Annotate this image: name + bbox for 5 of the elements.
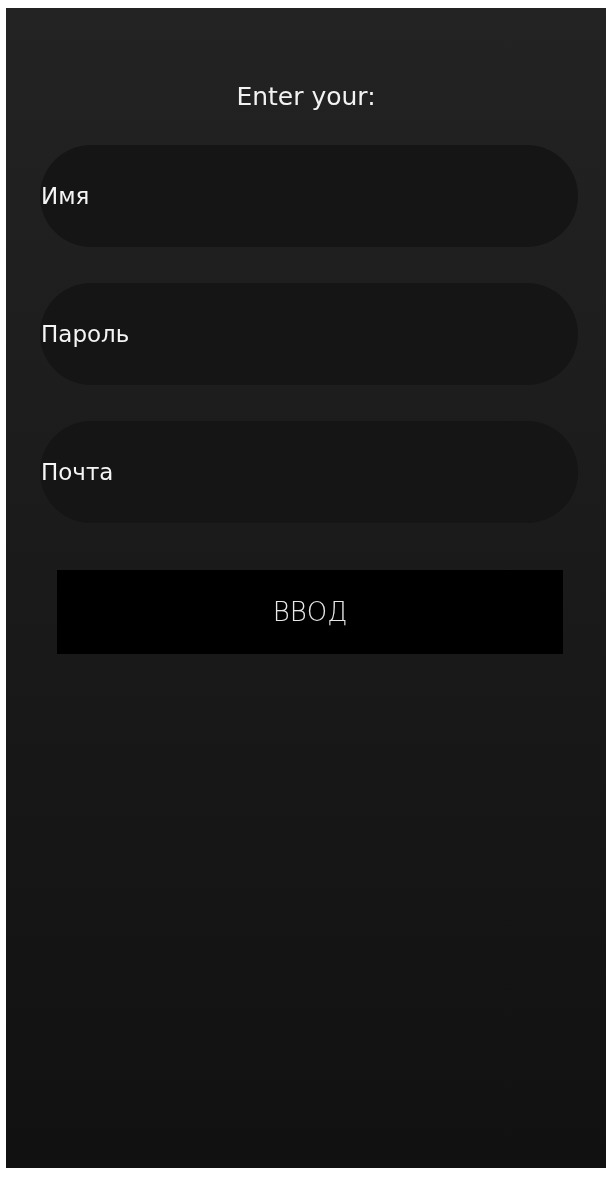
input-field[interactable]: Пароль <box>40 283 578 385</box>
submit-button[interactable]: ВВОД <box>57 570 563 654</box>
input-field[interactable]: Имя <box>40 145 578 247</box>
form-title: Enter your: <box>236 81 376 113</box>
input-field[interactable]: Почта <box>40 421 578 523</box>
